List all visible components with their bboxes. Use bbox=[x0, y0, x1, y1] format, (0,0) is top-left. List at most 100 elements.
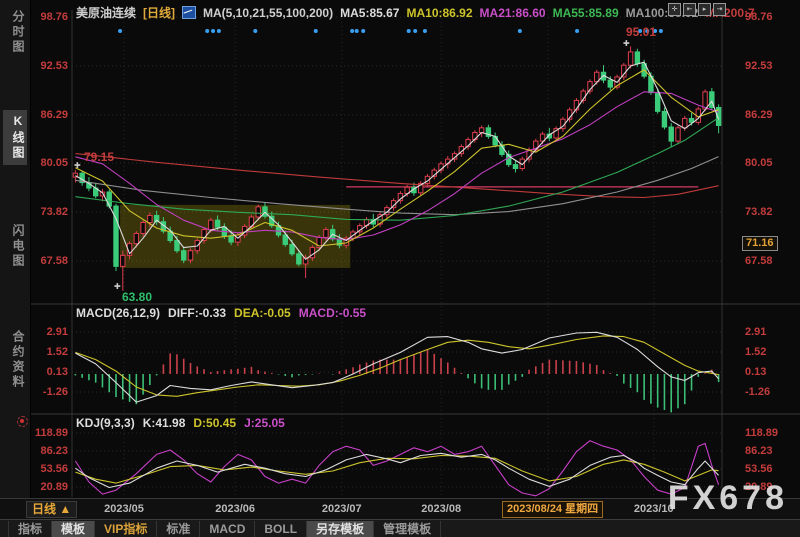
candle-body bbox=[669, 127, 673, 141]
date-label: 2023/06 bbox=[215, 503, 255, 515]
ma-value-2: MA10:86.92 bbox=[406, 6, 472, 20]
event-dot bbox=[361, 29, 365, 33]
price-tick-right: 80.05 bbox=[745, 157, 799, 169]
candle-body bbox=[628, 52, 632, 65]
price-tick-left: 67.58 bbox=[0, 255, 68, 267]
candle-body bbox=[148, 215, 152, 222]
annotation-marker: ✚ bbox=[74, 162, 81, 170]
trading-app-window: 分时图K线图闪电图合约资料 美原油连续[日线]MA(5,10,21,55,100… bbox=[0, 0, 800, 537]
price-tick-right: 67.58 bbox=[745, 255, 799, 267]
candle-body bbox=[290, 244, 294, 253]
candle-body bbox=[662, 111, 666, 127]
ma55-line bbox=[75, 118, 718, 221]
kdj-j-line bbox=[75, 441, 718, 496]
event-dot bbox=[350, 29, 354, 33]
event-dot bbox=[575, 29, 579, 33]
price-tick-right: 98.76 bbox=[745, 11, 799, 23]
candle-body bbox=[513, 165, 517, 169]
price-tick-left: 0.13 bbox=[0, 366, 68, 378]
last-price-badge: 71.16 bbox=[742, 236, 778, 251]
price-tick-right: 92.53 bbox=[745, 60, 799, 72]
toolbar-item-8[interactable]: 管理模板 bbox=[374, 521, 441, 537]
chevron-up-icon: ▲ bbox=[59, 502, 71, 516]
toolbar-item-5[interactable]: MACD bbox=[200, 521, 255, 537]
ma-group-label: MA(5,10,21,55,100,200) bbox=[203, 6, 333, 20]
event-dot bbox=[355, 29, 359, 33]
price-tick-left: -1.26 bbox=[0, 386, 68, 398]
price-tick-left: 86.29 bbox=[0, 109, 68, 121]
toolbar-item-1[interactable]: 指标 bbox=[8, 521, 52, 537]
price-tick-right: 53.56 bbox=[745, 463, 799, 475]
price-tick-left: 98.76 bbox=[0, 11, 68, 23]
date-label: 2023/07 bbox=[322, 503, 362, 515]
price-tick-right: 86.29 bbox=[745, 109, 799, 121]
price-tick-right: 73.82 bbox=[745, 206, 799, 218]
candle-body bbox=[141, 223, 145, 234]
toolbar-item-2[interactable]: 模板 bbox=[52, 521, 95, 537]
crosshair-tool-icon[interactable]: ✛ bbox=[668, 3, 681, 16]
shrink-bars-icon[interactable]: ⇤ bbox=[683, 3, 696, 16]
toolbar-item-3[interactable]: VIP指标 bbox=[95, 521, 157, 537]
annotation-high_price: 95.01 bbox=[626, 25, 656, 39]
bottom-toolbar: 指标模板VIP指标标准MACDBOLL另存模板管理模板 bbox=[0, 519, 800, 537]
candle-body bbox=[676, 128, 680, 141]
candle-body bbox=[683, 118, 687, 127]
event-dot bbox=[407, 29, 411, 33]
macd-title: MACD(26,12,9) bbox=[76, 306, 160, 320]
candle-body bbox=[182, 251, 186, 260]
price-tick-left: 92.53 bbox=[0, 60, 68, 72]
price-tick-right: 86.23 bbox=[745, 445, 799, 457]
macd-hist-value: MACD:-0.55 bbox=[299, 306, 366, 320]
price-tick-right: 1.52 bbox=[745, 346, 799, 358]
candle-body bbox=[635, 52, 639, 64]
chart-canvas[interactable] bbox=[0, 0, 800, 537]
period-selector[interactable]: 日线 ▲ bbox=[26, 501, 77, 518]
chart-toolbar-icons: ✛⇤▸⇥ bbox=[668, 3, 726, 16]
price-tick-left: 20.89 bbox=[0, 481, 68, 493]
annotation-start_price: 79.15 bbox=[84, 150, 114, 164]
toolbar-item-6[interactable]: BOLL bbox=[255, 521, 307, 537]
price-tick-right: 118.89 bbox=[745, 427, 799, 439]
candle-body bbox=[622, 65, 626, 77]
candle-body bbox=[215, 220, 219, 227]
candlestick-chart-icon bbox=[182, 6, 196, 19]
candle-body bbox=[324, 230, 328, 238]
candle-body bbox=[188, 251, 192, 260]
candle-body bbox=[256, 207, 260, 217]
macd-dea-value: DEA:-0.05 bbox=[234, 306, 291, 320]
event-dot bbox=[253, 29, 257, 33]
symbol-name: 美原油连续 bbox=[76, 6, 136, 20]
candle-body bbox=[479, 128, 483, 133]
price-tick-right: 2.91 bbox=[745, 326, 799, 338]
price-tick-left: 1.52 bbox=[0, 346, 68, 358]
toolbar-item-4[interactable]: 标准 bbox=[157, 521, 200, 537]
date-label: 2023/08 bbox=[421, 503, 461, 515]
chart-header: 美原油连续 [日线] MA(5,10,21,55,100,200) MA5:85.67… bbox=[76, 4, 769, 18]
candle-body bbox=[297, 254, 301, 264]
candle-body bbox=[229, 236, 233, 242]
period-tag: [日线] bbox=[143, 6, 175, 20]
play-forward-icon[interactable]: ▸ bbox=[698, 3, 711, 16]
annotation-marker: ✚ bbox=[623, 40, 630, 48]
event-dot bbox=[659, 29, 663, 33]
event-dot bbox=[423, 29, 427, 33]
annotation-marker: ✚ bbox=[114, 283, 121, 291]
toolbar-item-7[interactable]: 另存模板 bbox=[307, 521, 374, 537]
event-dot bbox=[314, 29, 318, 33]
macd-pane-header: MACD(26,12,9)DIFF:-0.33DEA:-0.05MACD:-0.… bbox=[76, 306, 374, 320]
event-dot bbox=[118, 29, 122, 33]
price-tick-left: 118.89 bbox=[0, 427, 68, 439]
date-label: 2023/05 bbox=[104, 503, 144, 515]
candle-body bbox=[209, 220, 213, 229]
candle-body bbox=[107, 192, 111, 206]
candle-body bbox=[608, 80, 612, 87]
kdj-title: KDJ(9,3,3) bbox=[76, 416, 135, 430]
expand-bars-icon[interactable]: ⇥ bbox=[713, 3, 726, 16]
ma-value-4: MA55:85.89 bbox=[553, 6, 619, 20]
candle-body bbox=[283, 235, 287, 244]
price-tick-left: 86.23 bbox=[0, 445, 68, 457]
kdj-pane-settings-icon[interactable] bbox=[17, 416, 28, 427]
price-tick-left: 53.56 bbox=[0, 463, 68, 475]
ma-value-1: MA5:85.67 bbox=[340, 6, 399, 20]
price-tick-right: 0.13 bbox=[745, 366, 799, 378]
